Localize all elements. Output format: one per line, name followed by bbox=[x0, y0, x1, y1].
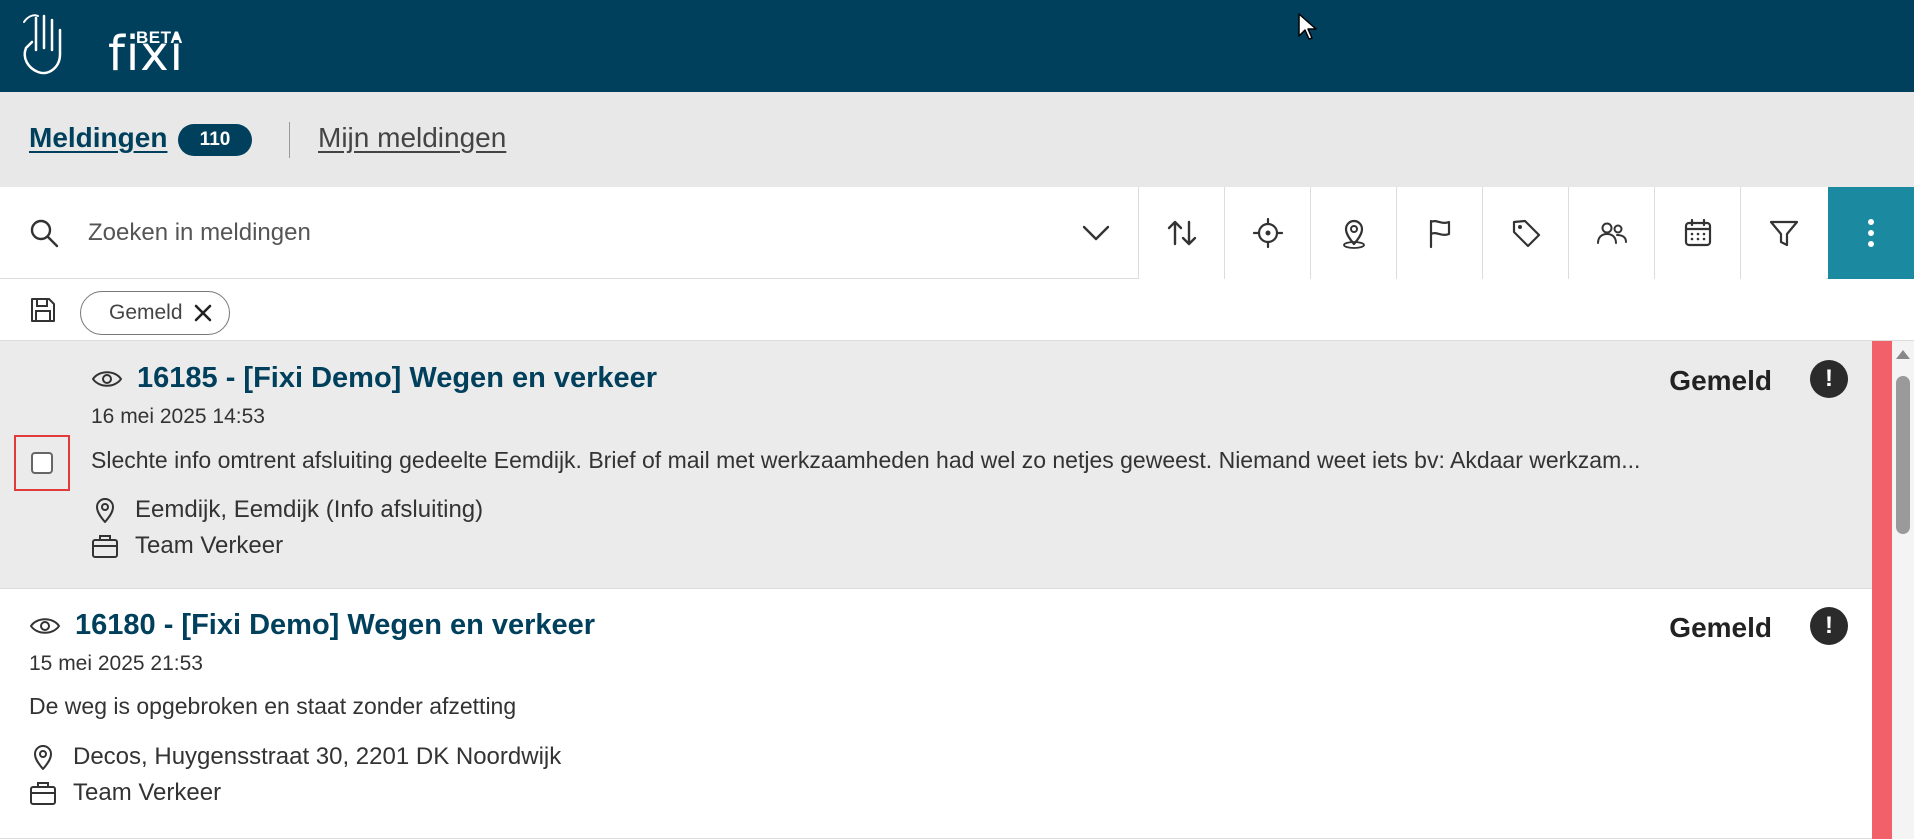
map-location-button[interactable] bbox=[1310, 187, 1396, 279]
filter-chip-label: Gemeld bbox=[109, 301, 183, 324]
more-vertical-icon bbox=[1868, 219, 1874, 247]
flag-icon bbox=[1429, 219, 1450, 249]
item-location: Eemdijk, Eemdijk (Info afsluiting) bbox=[91, 496, 483, 524]
item-location-text: Eemdijk, Eemdijk (Info afsluiting) bbox=[135, 496, 484, 523]
mouse-cursor-icon bbox=[1298, 13, 1317, 40]
alert-icon: ! bbox=[1810, 607, 1848, 645]
item-description: De weg is opgebroken en staat zonder afz… bbox=[29, 693, 517, 719]
locate-button[interactable] bbox=[1224, 187, 1310, 279]
eye-icon bbox=[91, 370, 123, 387]
search-toolbar bbox=[0, 187, 1914, 279]
tag-icon bbox=[1512, 219, 1540, 248]
list-item[interactable]: 16185 - [Fixi Demo] Wegen en verkeer Gem… bbox=[0, 341, 1872, 589]
briefcase-icon bbox=[92, 535, 118, 558]
save-icon[interactable] bbox=[28, 295, 58, 325]
select-checkbox-wrapper bbox=[14, 435, 70, 491]
app-header: fixi BETA bbox=[0, 0, 1914, 92]
item-team-text: Team Verkeer bbox=[73, 779, 222, 806]
item-team: Team Verkeer bbox=[29, 779, 221, 807]
beta-badge: BETA bbox=[136, 28, 184, 47]
map-pin-icon bbox=[1342, 219, 1365, 249]
meldingen-count-badge: 110 bbox=[178, 124, 252, 156]
status-label: Gemeld bbox=[1669, 365, 1772, 396]
briefcase-icon bbox=[30, 782, 56, 805]
flag-button[interactable] bbox=[1396, 187, 1482, 279]
fixi-logo[interactable]: fixi BETA bbox=[18, 12, 183, 80]
select-checkbox[interactable] bbox=[31, 452, 53, 474]
item-title-row: 16180 - [Fixi Demo] Wegen en verkeer bbox=[29, 609, 595, 642]
crosshair-icon bbox=[1252, 217, 1283, 249]
search-input[interactable] bbox=[88, 211, 1048, 255]
item-title[interactable]: 16180 - [Fixi Demo] Wegen en verkeer bbox=[75, 609, 595, 642]
item-location-text: Decos, Huygensstraat 30, 2201 DK Noordwi… bbox=[73, 743, 562, 770]
item-team-text: Team Verkeer bbox=[135, 532, 284, 559]
item-location: Decos, Huygensstraat 30, 2201 DK Noordwi… bbox=[29, 743, 561, 771]
tab-meldingen[interactable]: Meldingen bbox=[29, 122, 167, 154]
calendar-button[interactable] bbox=[1654, 187, 1740, 279]
tabs-bar: Meldingen 110 Mijn meldingen bbox=[0, 92, 1914, 187]
sort-icon bbox=[1167, 220, 1196, 246]
item-date: 16 mei 2025 14:53 bbox=[91, 405, 265, 428]
item-title-row: 16185 - [Fixi Demo] Wegen en verkeer bbox=[91, 362, 657, 395]
hand-icon bbox=[23, 14, 62, 75]
search-icon bbox=[30, 219, 59, 248]
meldingen-list: 16185 - [Fixi Demo] Wegen en verkeer Gem… bbox=[0, 341, 1872, 839]
close-icon[interactable] bbox=[193, 303, 213, 323]
sort-button[interactable] bbox=[1138, 187, 1224, 279]
priority-strip bbox=[1872, 341, 1892, 839]
scroll-up-arrow-icon[interactable] bbox=[1896, 350, 1910, 359]
item-date: 15 mei 2025 21:53 bbox=[29, 652, 203, 675]
chevron-down-icon[interactable] bbox=[1080, 217, 1112, 249]
item-title[interactable]: 16185 - [Fixi Demo] Wegen en verkeer bbox=[137, 362, 657, 395]
filter-chip-gemeld[interactable]: Gemeld bbox=[80, 291, 230, 335]
active-filters-row: Gemeld bbox=[0, 279, 1914, 341]
scrollbar-thumb[interactable] bbox=[1896, 376, 1910, 534]
filter-icon bbox=[1769, 220, 1798, 247]
filter-button[interactable] bbox=[1740, 187, 1826, 279]
map-pin-icon bbox=[34, 745, 52, 770]
people-icon bbox=[1596, 222, 1627, 244]
tab-mijn-meldingen[interactable]: Mijn meldingen bbox=[318, 122, 506, 154]
item-team: Team Verkeer bbox=[91, 532, 283, 560]
eye-icon bbox=[29, 617, 61, 634]
list-item[interactable]: 16180 - [Fixi Demo] Wegen en verkeer Gem… bbox=[0, 589, 1872, 839]
calendar-icon bbox=[1684, 218, 1711, 247]
alert-icon: ! bbox=[1810, 360, 1848, 398]
map-pin-icon bbox=[96, 498, 114, 523]
people-button[interactable] bbox=[1568, 187, 1654, 279]
more-options-button[interactable] bbox=[1828, 187, 1914, 279]
tab-divider bbox=[289, 122, 290, 158]
status-label: Gemeld bbox=[1669, 612, 1772, 643]
item-description: Slechte info omtrent afsluiting gedeelte… bbox=[91, 447, 1641, 473]
tag-button[interactable] bbox=[1482, 187, 1568, 279]
